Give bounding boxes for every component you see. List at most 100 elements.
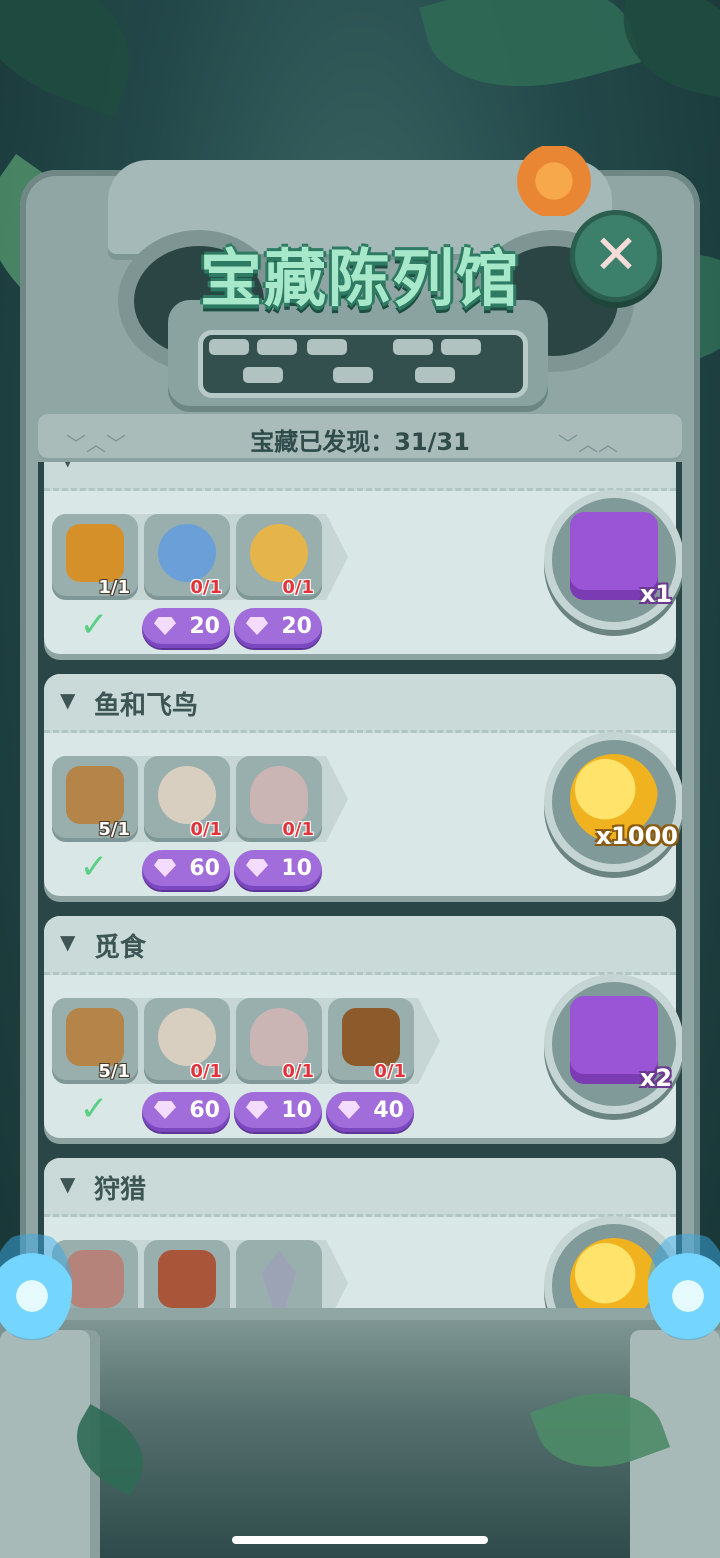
treasure-slot[interactable] xyxy=(144,1240,230,1308)
collection-name: 鱼和飞鸟 xyxy=(94,691,199,721)
gem-icon xyxy=(154,617,176,635)
found-check-icon: ✓ xyxy=(79,605,109,645)
buy-with-gems-button[interactable]: 60 xyxy=(142,850,230,890)
gem-price: 20 xyxy=(189,614,220,639)
bird-skull-icon xyxy=(250,766,308,824)
item-count: 0/1 xyxy=(282,577,314,598)
plaque-brick xyxy=(209,339,249,355)
item-count: 0/1 xyxy=(190,819,222,840)
buy-with-gems-button[interactable]: 60 xyxy=(142,1092,230,1132)
plaque-brick xyxy=(415,367,455,383)
collapse-chevron-icon: ▼ xyxy=(60,930,76,954)
collection-name: 狩猎 xyxy=(94,1175,147,1205)
tooth-necklace-icon xyxy=(158,1008,216,1066)
collection-reward[interactable]: x1000 xyxy=(544,732,682,872)
collection-panel: ▼ 1/1 ✓ 0/1 20 0/1 20 x1 xyxy=(44,462,682,654)
magnifier-icon xyxy=(250,524,308,582)
slingshot-icon xyxy=(342,1008,400,1066)
compass-icon xyxy=(158,524,216,582)
buy-with-gems-button[interactable]: 40 xyxy=(326,1092,414,1132)
gem-icon xyxy=(154,859,176,877)
plaque-window xyxy=(198,330,528,398)
collection-panel: ▼ 觅食 5/1 ✓ 0/1 60 0/1 10 0/1 40 x2 xyxy=(44,916,682,1138)
collection-reward[interactable]: x2 xyxy=(544,974,682,1114)
item-count: 0/1 xyxy=(190,1061,222,1082)
buy-with-gems-button[interactable]: 20 xyxy=(142,608,230,648)
fish-fossil-icon xyxy=(66,766,124,824)
collection-list[interactable]: ▼ 1/1 ✓ 0/1 20 0/1 20 x1 xyxy=(38,462,682,1308)
collection-name: 觅食 xyxy=(94,933,147,963)
gem-price: 10 xyxy=(281,856,312,881)
collapse-chevron-icon: ▼ xyxy=(60,462,75,470)
discovered-counter-bar: ﹀︿﹀ ﹀︿︿ 宝藏已发现：31/31 xyxy=(38,414,682,462)
spyglass-icon xyxy=(66,524,124,582)
item-count: 5/1 xyxy=(98,1061,130,1082)
item-rail-tip xyxy=(326,514,348,600)
treasure-slot[interactable]: 0/1 xyxy=(328,998,414,1084)
blue-flame-icon xyxy=(0,1230,72,1340)
collection-panel: ▼ 狩猎 x1000 xyxy=(44,1158,682,1308)
buy-with-gems-button[interactable]: 20 xyxy=(234,608,322,648)
plaque-brick xyxy=(441,339,481,355)
reward-quantity: x1 xyxy=(639,580,672,608)
collapse-chevron-icon: ▼ xyxy=(60,688,76,712)
treasure-slot[interactable]: 5/1 xyxy=(52,998,138,1084)
item-count: 0/1 xyxy=(282,1061,314,1082)
treasure-slot[interactable]: 0/1 xyxy=(144,514,230,600)
collection-header[interactable]: ▼ xyxy=(44,462,676,491)
item-rail-tip xyxy=(418,998,440,1084)
item-count: 5/1 xyxy=(98,819,130,840)
buy-with-gems-button[interactable]: 10 xyxy=(234,1092,322,1132)
gem-price: 60 xyxy=(189,856,220,881)
gold-coins-icon xyxy=(570,1238,658,1308)
pouch-icon xyxy=(66,1250,124,1308)
found-check-icon: ✓ xyxy=(79,847,109,887)
reward-quantity: x2 xyxy=(639,1064,672,1092)
gem-price: 60 xyxy=(189,1098,220,1123)
plaque-brick xyxy=(333,367,373,383)
close-button[interactable]: ✕ xyxy=(570,210,662,302)
background-leaf-icon xyxy=(0,0,156,118)
fish-fossil-icon xyxy=(66,1008,124,1066)
treasure-slot[interactable]: 5/1 xyxy=(52,756,138,842)
discovered-counter: 宝藏已发现：31/31 xyxy=(250,428,470,456)
collection-header[interactable]: ▼ 鱼和飞鸟 xyxy=(44,674,676,733)
collection-header[interactable]: ▼ 狩猎 xyxy=(44,1158,676,1217)
item-count: 0/1 xyxy=(190,577,222,598)
plaque-brick xyxy=(307,339,347,355)
tooth-necklace-icon xyxy=(158,766,216,824)
gem-icon xyxy=(246,859,268,877)
gem-price: 20 xyxy=(281,614,312,639)
background-leaf-icon xyxy=(419,0,641,115)
gem-icon xyxy=(154,1101,176,1119)
orange-flower-icon xyxy=(504,146,604,216)
plaque-brick xyxy=(257,339,297,355)
item-rail-tip xyxy=(326,756,348,842)
collapse-chevron-icon: ▼ xyxy=(60,1172,76,1196)
blue-flame-icon xyxy=(648,1230,720,1340)
item-count: 0/1 xyxy=(282,819,314,840)
collection-header[interactable]: ▼ 觅食 xyxy=(44,916,676,975)
plaque-brick xyxy=(393,339,433,355)
item-count: 1/1 xyxy=(98,577,130,598)
gem-price: 10 xyxy=(281,1098,312,1123)
treasure-slot[interactable] xyxy=(236,1240,322,1308)
collection-panel: ▼ 鱼和飞鸟 5/1 ✓ 0/1 60 0/1 10 x1000 xyxy=(44,674,682,896)
gem-icon xyxy=(246,1101,268,1119)
item-count: 0/1 xyxy=(374,1061,406,1082)
treasure-slot[interactable]: 0/1 xyxy=(144,756,230,842)
buy-with-gems-button[interactable]: 10 xyxy=(234,850,322,890)
bird-skull-icon xyxy=(250,1008,308,1066)
spear-icon xyxy=(261,1250,297,1308)
treasure-slot[interactable]: 0/1 xyxy=(144,998,230,1084)
treasure-slot[interactable]: 0/1 xyxy=(236,756,322,842)
found-check-icon: ✓ xyxy=(79,1089,109,1129)
collection-reward[interactable]: x1 xyxy=(544,490,682,630)
home-indicator[interactable] xyxy=(232,1536,488,1544)
gem-price: 40 xyxy=(373,1098,404,1123)
page-title: 宝藏陈列馆 xyxy=(199,242,520,315)
plaque-brick xyxy=(243,367,283,383)
treasure-slot[interactable]: 0/1 xyxy=(236,514,322,600)
treasure-slot[interactable]: 1/1 xyxy=(52,514,138,600)
treasure-slot[interactable]: 0/1 xyxy=(236,998,322,1084)
